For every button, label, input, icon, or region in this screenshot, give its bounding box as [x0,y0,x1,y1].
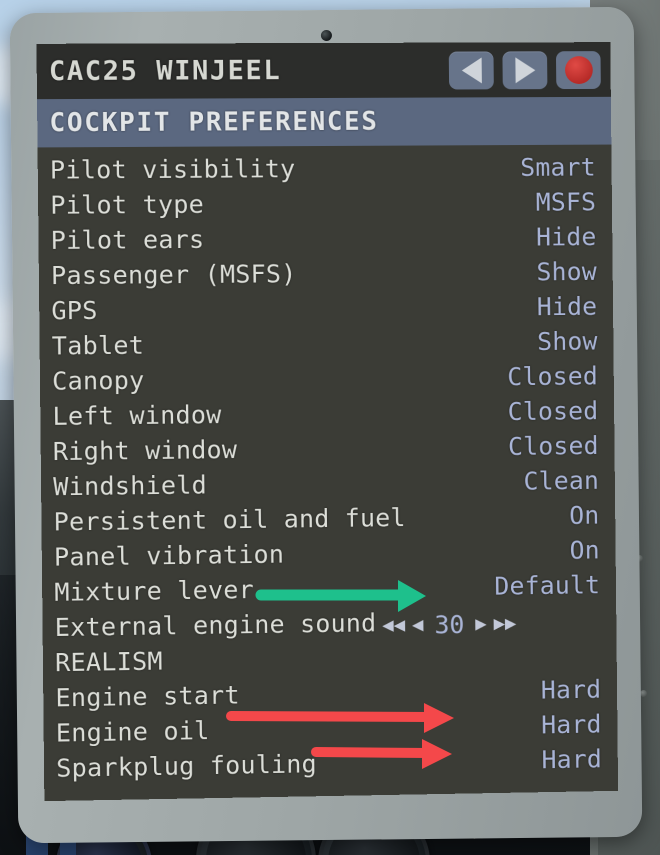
setting-row-pilot-visibility[interactable]: Pilot visibility Smart [50,153,596,191]
increment-arrow-icon[interactable]: ▶ [475,613,487,635]
setting-label: Mixture lever [54,575,255,607]
setting-label: Pilot ears [50,224,205,255]
setting-value[interactable]: Clean [523,466,599,496]
setting-label: Windshield [53,470,208,502]
setting-value[interactable]: Hard [541,675,602,705]
decrement-arrow-icon[interactable]: ◀ [412,614,424,636]
cockpit-scene: OFF CAC25 WINJEEL [0,0,660,855]
record-button[interactable] [555,50,601,89]
setting-label: Right window [52,434,238,467]
setting-value[interactable]: Smart [520,153,596,182]
setting-label: External engine sound [54,608,377,643]
setting-label: Pilot visibility [49,154,296,185]
next-page-button[interactable] [502,50,548,89]
setting-value[interactable]: Hard [541,744,602,774]
setting-row-canopy[interactable]: Canopy Closed [52,361,598,401]
setting-label: Passenger (MSFS) [50,259,297,291]
setting-value[interactable]: Default [494,570,600,600]
title-bar-buttons [448,50,601,90]
title-bar: CAC25 WINJEEL [36,42,611,100]
setting-value[interactable]: Hide [536,222,597,251]
panel-screw [640,690,647,697]
first-arrow-icon[interactable]: ◀◀ [382,614,405,636]
setting-label: Tablet [51,330,145,361]
camera-icon [320,29,332,42]
setting-value[interactable]: Hard [541,710,602,740]
setting-value[interactable]: MSFS [536,187,597,216]
prev-page-button[interactable] [448,50,494,90]
setting-label: Left window [52,400,222,431]
setting-value[interactable]: Hide [537,292,598,321]
setting-label: Engine start [55,680,240,713]
tablet-screen: CAC25 WINJEEL COCKPIT PREFERENCES Pilot … [36,42,619,802]
setting-label: Canopy [51,365,145,396]
engine-sound-value: 30 [434,610,465,640]
setting-label: Persistent oil and fuel [53,503,406,537]
last-arrow-icon[interactable]: ▶▶ [493,612,516,634]
chevron-right-icon [514,56,535,83]
setting-row-gps[interactable]: GPS Hide [51,292,597,332]
settings-list: Pilot visibility Smart Pilot type MSFS P… [38,145,618,790]
setting-label: Sparkplug fouling [56,749,317,783]
section-subheading: REALISM [54,646,163,678]
page-title: CAC25 WINJEEL [48,55,282,88]
setting-row-passenger-msfs[interactable]: Passenger (MSFS) Show [51,257,597,296]
setting-value[interactable]: Show [537,327,598,356]
section-header: COCKPIT PREFERENCES [37,96,612,148]
setting-value[interactable]: Closed [507,396,598,426]
setting-value[interactable]: Closed [507,361,598,391]
setting-value[interactable]: On [569,501,599,530]
setting-label: Pilot type [50,189,205,220]
setting-row-left-window[interactable]: Left window Closed [52,396,598,437]
section-title: COCKPIT PREFERENCES [49,106,379,139]
setting-label: GPS [51,295,98,326]
chevron-left-icon [461,56,482,83]
engine-sound-spinner[interactable]: ◀◀ ◀ 30 ▶ ▶▶ [382,609,516,640]
setting-value[interactable]: Closed [508,431,599,461]
setting-label: Panel vibration [53,539,285,572]
setting-value[interactable]: Show [536,257,597,286]
setting-label: Engine oil [55,715,210,748]
record-circle-icon [564,55,593,84]
setting-value[interactable]: On [569,535,599,564]
setting-row-tablet[interactable]: Tablet Show [52,327,598,367]
setting-row-pilot-type[interactable]: Pilot type MSFS [50,187,596,225]
efb-tablet: CAC25 WINJEEL COCKPIT PREFERENCES Pilot … [9,6,643,844]
setting-row-pilot-ears[interactable]: Pilot ears Hide [50,222,596,261]
